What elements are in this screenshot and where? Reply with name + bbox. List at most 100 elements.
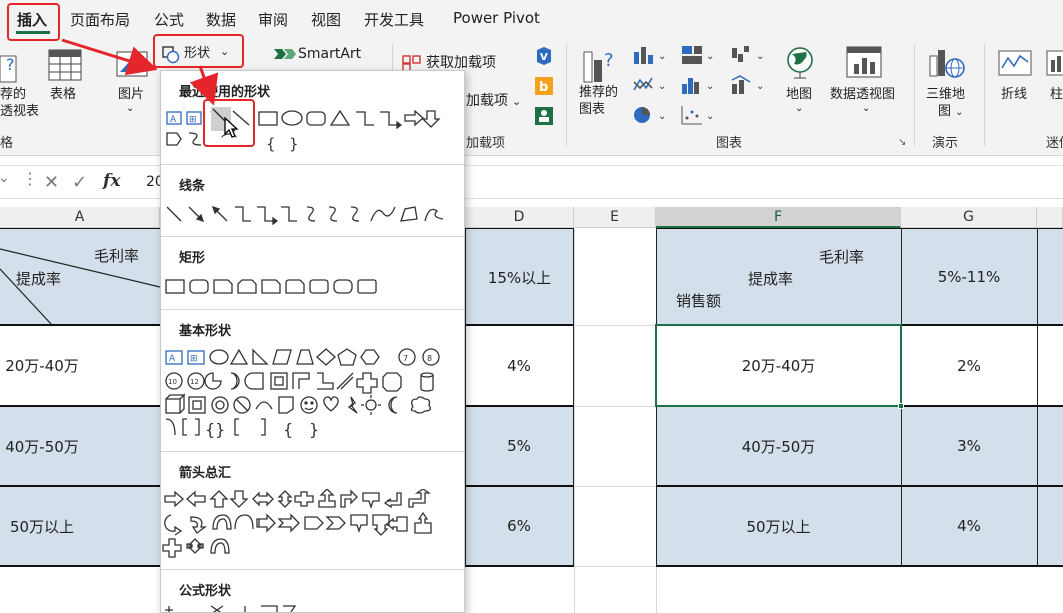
tab-data[interactable]: 数据 bbox=[206, 9, 236, 30]
cell-g-header[interactable]: 5%-11% bbox=[901, 229, 1037, 325]
section-rectangles: 矩形 bbox=[179, 251, 206, 266]
cell-h-row2-bg bbox=[1037, 406, 1063, 486]
fill-handle[interactable] bbox=[898, 403, 904, 409]
visio-icon[interactable]: V bbox=[534, 46, 554, 66]
smartart-button[interactable]: SmartArt bbox=[298, 46, 361, 63]
tab-formulas[interactable]: 公式 bbox=[154, 9, 184, 30]
gridline bbox=[574, 229, 575, 613]
tab-view[interactable]: 视图 bbox=[311, 9, 341, 30]
recommended-charts-button[interactable]: 推荐的 图表 bbox=[579, 84, 618, 118]
svg-text:⌄: ⌄ bbox=[756, 51, 764, 62]
svg-text:?: ? bbox=[604, 50, 614, 71]
svg-text:12: 12 bbox=[190, 378, 199, 386]
tab-review[interactable]: 审阅 bbox=[258, 9, 288, 30]
equation-shapes-grid[interactable] bbox=[161, 604, 464, 613]
3d-map-icon[interactable] bbox=[928, 46, 966, 82]
cell-f-row2[interactable]: 40万-50万 bbox=[656, 407, 901, 485]
cell-g-row3[interactable]: 4% bbox=[901, 487, 1037, 565]
svg-text:8: 8 bbox=[427, 354, 432, 363]
cell-a-row2[interactable]: 40万-50万 bbox=[0, 407, 84, 485]
column-header-g[interactable]: G bbox=[901, 207, 1037, 228]
tab-page-layout[interactable]: 页面布局 bbox=[70, 9, 130, 30]
gridline bbox=[574, 406, 656, 407]
column-chart-icon[interactable]: ⌄ bbox=[632, 44, 668, 66]
table-button[interactable]: 表格 bbox=[50, 86, 76, 103]
cell-f-row3[interactable]: 50万以上 bbox=[656, 487, 901, 565]
column-header-h[interactable] bbox=[1037, 207, 1063, 228]
more-options-icon: ⋮ bbox=[22, 169, 38, 188]
cell-a-row1[interactable]: 20万-40万 bbox=[0, 326, 84, 405]
insert-function-icon[interactable]: fx bbox=[103, 171, 120, 191]
waterfall-chart-icon[interactable]: ⌄ bbox=[730, 44, 766, 66]
ribbon-separator bbox=[914, 44, 915, 146]
basic-shapes-grid[interactable]: A ⊞ 7 8 10 12 {} {} bbox=[161, 347, 464, 441]
f-header-gross-margin: 毛利率 bbox=[819, 248, 865, 266]
lines-shapes-grid[interactable] bbox=[161, 203, 464, 227]
menu-tabs: 插入 页面布局 公式 数据 审阅 视图 开发工具 Power Pivot bbox=[0, 0, 1063, 38]
pictures-icon[interactable] bbox=[116, 50, 150, 80]
cancel-icon[interactable]: ✕ bbox=[44, 172, 59, 193]
hierarchy-chart-icon[interactable]: ⌄ bbox=[680, 44, 716, 66]
bing-icon[interactable]: b bbox=[534, 76, 554, 96]
cell-g-row1[interactable]: 2% bbox=[901, 326, 1037, 405]
column-header-e[interactable]: E bbox=[574, 207, 656, 228]
line-chart-icon[interactable]: ⌄ bbox=[632, 74, 668, 96]
cell-d-header[interactable]: 15%以上 bbox=[465, 229, 574, 325]
block-arrows-grid[interactable] bbox=[161, 489, 464, 559]
enter-icon[interactable]: ✓ bbox=[72, 172, 87, 193]
pivot-chart-icon[interactable] bbox=[846, 46, 884, 80]
smartart-icon[interactable] bbox=[272, 46, 296, 62]
column-header-f[interactable]: F bbox=[656, 207, 901, 228]
cell-a-row3[interactable]: 50万以上 bbox=[0, 487, 84, 565]
recommended-charts-icon[interactable]: ? bbox=[582, 46, 618, 84]
a-header-commission: 提成率 bbox=[16, 270, 62, 288]
gridline bbox=[574, 486, 656, 487]
scatter-chart-icon[interactable]: ⌄ bbox=[680, 104, 716, 126]
svg-text:A: A bbox=[170, 115, 177, 125]
gridline bbox=[574, 325, 656, 326]
section-divider bbox=[161, 309, 464, 310]
svg-text:A: A bbox=[169, 354, 176, 364]
pie-chart-icon[interactable]: ⌄ bbox=[632, 104, 668, 126]
charts-dialog-launcher-icon[interactable]: ↘ bbox=[898, 134, 906, 151]
rectangle-shapes-grid[interactable] bbox=[161, 275, 464, 299]
recommended-pivot-icon[interactable]: ? bbox=[0, 50, 22, 84]
statistic-chart-icon[interactable]: ⌄ bbox=[680, 74, 716, 96]
svg-text:⌄: ⌄ bbox=[658, 81, 666, 92]
column-sparkline-icon[interactable] bbox=[1046, 50, 1063, 76]
tab-developer[interactable]: 开发工具 bbox=[364, 9, 424, 30]
column-header-a[interactable]: A bbox=[0, 207, 160, 228]
line-sparkline-button[interactable]: 折线 bbox=[1001, 86, 1027, 103]
cell-g-row2[interactable]: 3% bbox=[901, 407, 1037, 485]
people-graph-icon[interactable] bbox=[534, 106, 554, 126]
pivot-chart-chevron-down-icon[interactable]: ⌄ bbox=[862, 100, 870, 117]
section-divider bbox=[161, 451, 464, 452]
my-addins-button[interactable]: 加载项 bbox=[466, 93, 508, 110]
svg-text:V: V bbox=[540, 52, 548, 63]
svg-text:{}: {} bbox=[205, 420, 225, 439]
cell-d-row3[interactable]: 6% bbox=[465, 487, 573, 565]
3d-map-button[interactable]: 三维地 图 ⌄ bbox=[926, 86, 965, 121]
f-header-sales: 销售额 bbox=[676, 292, 722, 310]
map-icon[interactable] bbox=[784, 46, 816, 80]
tab-power-pivot[interactable]: Power Pivot bbox=[453, 9, 540, 27]
f-header-commission: 提成率 bbox=[748, 270, 794, 288]
svg-text:{: { bbox=[266, 135, 276, 153]
column-header-d[interactable]: D bbox=[465, 207, 574, 228]
line-sparkline-icon[interactable] bbox=[998, 50, 1032, 76]
section-equation-shapes: 公式形状 bbox=[179, 584, 232, 599]
combo-chart-icon[interactable]: ⌄ bbox=[730, 74, 766, 96]
group-label-sparklines: 迷你 bbox=[1046, 136, 1063, 151]
group-label-tables: 格 bbox=[0, 136, 14, 151]
a-header-gross-margin: 毛利率 bbox=[94, 247, 140, 265]
svg-text:{: { bbox=[283, 420, 293, 439]
table-icon[interactable] bbox=[48, 48, 82, 82]
column-sparkline-button[interactable]: 柱 bbox=[1050, 86, 1063, 103]
name-box-chevron-down-icon[interactable]: ⌄ bbox=[0, 170, 10, 186]
cell-d-row1[interactable]: 4% bbox=[465, 326, 573, 405]
my-addins-chevron-down-icon[interactable]: ⌄ bbox=[512, 93, 521, 110]
pictures-chevron-down-icon[interactable]: ⌄ bbox=[126, 100, 134, 117]
recent-line-shape-highlight[interactable] bbox=[203, 99, 255, 147]
map-chevron-down-icon[interactable]: ⌄ bbox=[795, 100, 803, 117]
cell-d-row2[interactable]: 5% bbox=[465, 407, 573, 485]
